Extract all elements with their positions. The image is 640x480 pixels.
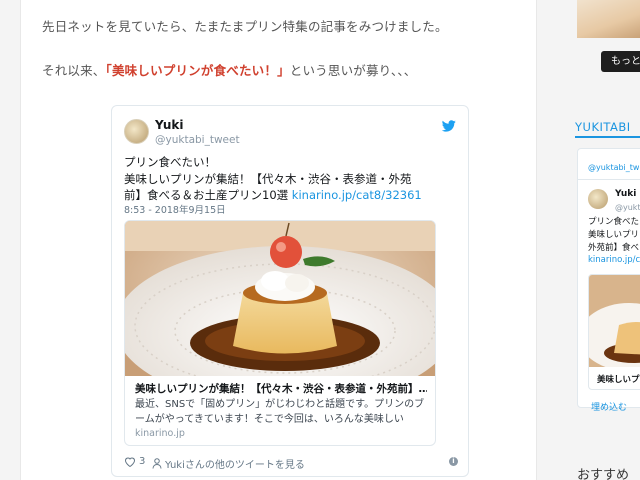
article-body: 先日ネットを見ていたら、たまたまプリン特集の記事をみつけました。 それ以来、「美…	[20, 0, 537, 480]
timeline-tweet-text: プリン食べたい 美味しいプリン 外苑前】食べる	[588, 217, 640, 253]
person-icon	[152, 458, 162, 469]
tweet-text: プリン食べたい！ 美味しいプリンが集結！【代々木・渋谷・表参道・外苑 前】食べる…	[124, 154, 454, 204]
recommend-heading: おすすめ	[577, 468, 630, 480]
like-button[interactable]: 3	[124, 456, 145, 467]
sidebar-widget-title: YUKITABI	[575, 120, 640, 138]
timeline-tweet-link[interactable]: kinarino.jp/ca	[588, 255, 640, 265]
paragraph-text: という思いが募り、、、	[289, 63, 417, 78]
tweet-line: プリン食べたい！	[124, 155, 216, 169]
info-icon[interactable]: i	[449, 457, 458, 466]
tweet-author-name[interactable]: Yuki	[155, 118, 183, 132]
more-tweets-label: Yukiさんの他のツイートを見る	[165, 460, 305, 471]
embedded-tweet[interactable]: Yuki @yuktabi_tweet プリン食べたい！ 美味しいプリンが集結！…	[111, 105, 469, 477]
tweet-line: 美味しいプリンが集結！【代々木・渋谷・表参道・外苑	[124, 171, 412, 186]
paragraph-text: それ以来、	[42, 63, 106, 78]
heart-icon	[124, 457, 136, 467]
twitter-timeline-widget[interactable]: @yuktabi_twee Yuki @yukta プリン食べたい 美味しいプリ…	[577, 148, 640, 408]
article-paragraph-2: それ以来、「美味しいプリンが食べたい！」という思いが募り、、、	[42, 60, 416, 79]
divider	[578, 179, 640, 180]
timeline-author-handle[interactable]: @yukta	[615, 203, 640, 212]
tweet-date[interactable]: 8:53 - 2018年9月15日	[124, 202, 226, 216]
timeline-card-title[interactable]: 美味しいプリ	[597, 373, 640, 385]
sidebar-thumbnail[interactable]	[577, 0, 640, 38]
pudding-photo	[125, 221, 435, 376]
timeline-author-name[interactable]: Yuki	[615, 189, 636, 199]
tweet-line-text: 前】食べる＆お土産プリン10選	[124, 188, 292, 202]
twitter-bird-icon[interactable]	[442, 120, 456, 132]
avatar[interactable]	[588, 189, 608, 209]
tweet-link[interactable]: kinarino.jp/cat8/32361	[292, 188, 422, 202]
avatar[interactable]	[124, 119, 149, 144]
pudding-photo	[589, 275, 640, 367]
card-title[interactable]: 美味しいプリンが集結！【代々木・渋谷・表参道・外苑前】…	[135, 381, 427, 396]
tweet-author-handle[interactable]: @yuktabi_tweet	[155, 134, 240, 146]
sidebar: もっと YUKITABI @yuktabi_twee Yuki @yukta プ…	[565, 0, 640, 480]
highlight-text: 「美味しいプリンが食べたい！」	[105, 63, 290, 78]
like-count: 3	[139, 456, 146, 467]
link-card[interactable]: 美味しいプリンが集結！【代々木・渋谷・表参道・外苑前】… 最近、SNSで「固めプ…	[124, 220, 436, 446]
timeline-handle[interactable]: @yuktabi_twee	[588, 163, 640, 172]
tweet-footer: 3 Yukiさんの他のツイートを見る i	[124, 456, 458, 471]
card-description: 最近、SNSで「固めプリン」がじわじわと話題です。プリンのブームがやってきていま…	[135, 399, 425, 425]
article-paragraph-1: 先日ネットを見ていたら、たまたまプリン特集の記事をみつけました。	[42, 19, 448, 34]
embed-link[interactable]: 埋め込む	[591, 400, 627, 413]
more-button[interactable]: もっと	[601, 51, 640, 72]
more-tweets-link[interactable]: Yukiさんの他のツイートを見る	[152, 456, 305, 471]
timeline-link-card[interactable]: 美味しいプリ	[588, 274, 640, 390]
card-domain: kinarino.jp	[135, 428, 185, 439]
